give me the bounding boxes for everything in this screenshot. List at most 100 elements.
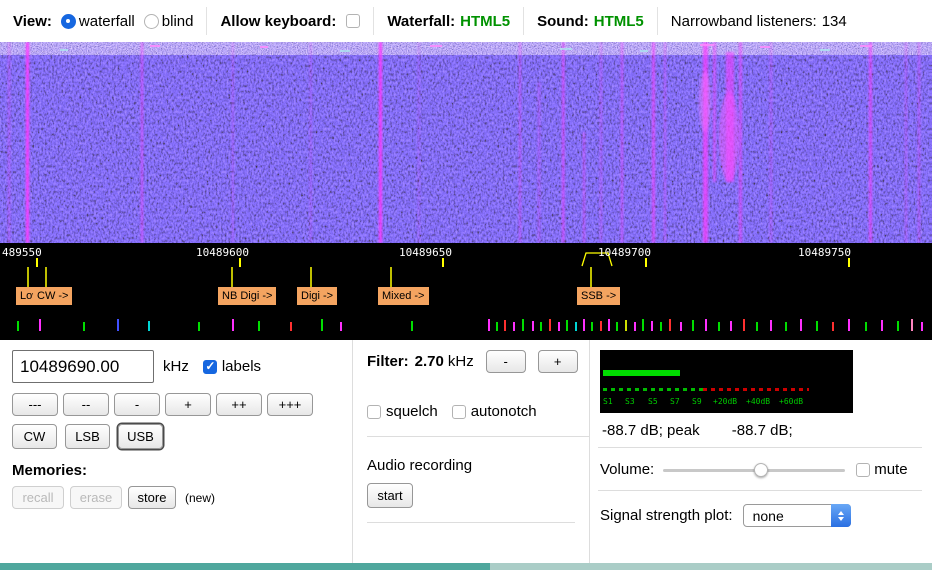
band-label-cw[interactable]: CW -> [33,287,73,305]
control-panel: kHz labels --- -- - + ++ +++ CW LSB USB … [0,340,932,563]
memory-store-button[interactable]: store [128,486,176,509]
step-up-1-button[interactable]: + [165,393,211,416]
volume-row: Volume: mute [598,447,922,490]
step-down-3-button[interactable]: --- [12,393,58,416]
autonotch-label: autonotch [470,403,537,420]
labels-checkbox-label: labels [221,358,262,375]
meter-panel: S1 S3 S5 S7 S9 +20dB +40dB +60dB -88.7 d… [590,340,932,563]
s-meter-tick-label: +40dB [746,397,771,406]
band-label-ssb[interactable]: SSB -> [577,287,621,305]
step-down-2-button[interactable]: -- [63,393,109,416]
scale-freq-label: 10489750 [798,246,851,259]
scale-freq-label: 10489650 [399,246,452,259]
signal-level-reading: -88.7 dB; peak -88.7 dB; [602,422,922,439]
mute-checkbox[interactable]: mute [856,461,908,478]
labels-checkbox-icon[interactable] [202,359,217,374]
radio-blind-icon[interactable] [143,13,159,29]
topbar: View: waterfall blind Allow keyboard: Wa… [0,0,932,42]
radio-waterfall-label[interactable]: waterfall [79,13,135,30]
tuning-panel: kHz labels --- -- - + ++ +++ CW LSB USB … [0,340,352,563]
s-meter-tick-label: S1 [603,397,613,406]
band-label-mixed[interactable]: Mixed -> [378,287,429,305]
waterfall-status-value: HTML5 [460,12,511,30]
waterfall-image[interactable] [0,42,932,243]
memory-recall-button[interactable]: recall [12,486,64,509]
s-meter-scale-green [603,388,703,391]
memories-label: Memories: [12,462,88,479]
listeners-label: Narrowband listeners: [670,12,817,30]
frequency-row: kHz labels [12,350,352,383]
s-meter: S1 S3 S5 S7 S9 +20dB +40dB +60dB [600,350,853,413]
scale-graphics [17,252,923,331]
frequency-scale[interactable]: 489550 10489600 10489650 10489700 104897… [0,243,932,340]
filter-value: 2.70 [414,353,444,370]
autonotch-checkbox[interactable]: autonotch [451,403,537,420]
listener-ticks [17,319,923,331]
volume-slider[interactable] [663,462,846,478]
mute-label: mute [874,461,908,478]
recording-start-button[interactable]: start [367,483,413,508]
signal-plot-label: Signal strength plot: [600,507,733,524]
signal-plot-select-value: none [752,507,784,524]
step-buttons-row: --- -- - + ++ +++ [12,393,352,416]
signal-level-text: -88.7 dB; peak [602,422,700,439]
allow-keyboard-checkbox[interactable] [346,14,361,28]
band-label-digi[interactable]: Digi -> [297,287,338,305]
waterfall-status-cell: Waterfall: HTML5 [373,7,523,35]
frequency-unit-label: kHz [163,358,189,375]
bottom-strip-right [490,563,932,570]
sound-status-value: HTML5 [593,12,644,30]
radio-blind-label[interactable]: blind [162,13,194,30]
keyboard-cell: Allow keyboard: [206,7,373,35]
autonotch-checkbox-icon[interactable] [451,404,466,419]
waterfall-status-label: Waterfall: [387,12,456,30]
bottom-strip [0,563,932,570]
radio-waterfall-icon[interactable] [60,13,76,29]
signal-plot-select[interactable]: none [742,504,851,527]
scale-freq-label: 10489700 [598,246,651,259]
s-meter-tick-label: S7 [670,397,680,406]
volume-label: Volume: [600,461,655,478]
s-meter-tick-label: S3 [625,397,635,406]
view-cell: View: waterfall blind [0,7,206,35]
filter-unit-label: kHz [447,353,474,370]
s-meter-tick-label: S9 [692,397,702,406]
memories-row: recall erase store (new) [12,486,352,509]
filter-label: Filter: [367,353,409,370]
view-label: View: [13,12,52,30]
mode-cw-button[interactable]: CW [12,424,57,449]
listeners-count: 134 [821,12,847,30]
filter-wider-button[interactable]: + [537,350,578,373]
mute-checkbox-icon[interactable] [856,462,871,477]
band-label-nb-digi[interactable]: NB Digi -> [218,287,277,305]
step-down-1-button[interactable]: - [114,393,160,416]
mode-buttons-row: CW LSB USB [12,424,352,449]
s-meter-tick-label: +20dB [713,397,738,406]
memory-erase-button[interactable]: erase [70,486,122,509]
scale-freq-label: 489550 [2,246,42,259]
squelch-row: squelch autonotch [367,403,589,420]
mode-usb-button[interactable]: USB [118,424,163,449]
squelch-label: squelch [386,403,438,420]
signal-plot-row: Signal strength plot: none [598,490,922,527]
volume-slider-thumb[interactable] [754,462,769,477]
audio-recording-section: Audio recording start [367,436,589,535]
labels-checkbox[interactable]: labels [202,358,262,375]
s-meter-scale-red [703,388,809,391]
allow-keyboard-label: Allow keyboard: [220,12,337,30]
filter-narrower-button[interactable]: - [485,350,526,373]
waterfall-display[interactable] [0,42,932,243]
step-up-3-button[interactable]: +++ [267,393,313,416]
step-up-2-button[interactable]: ++ [216,393,262,416]
mode-lsb-button[interactable]: LSB [65,424,110,449]
squelch-checkbox[interactable]: squelch [367,403,438,420]
frequency-input[interactable] [12,350,154,383]
band-tick-lines [27,267,592,287]
s-meter-tick-label: +60dB [779,397,804,406]
bottom-strip-left [0,563,490,570]
select-stepper-icon [830,504,851,527]
squelch-checkbox-icon[interactable] [367,404,381,419]
filter-row: Filter: 2.70 kHz - + [367,350,589,373]
memory-new-label: (new) [185,490,216,505]
sound-status-label: Sound: [537,12,589,30]
